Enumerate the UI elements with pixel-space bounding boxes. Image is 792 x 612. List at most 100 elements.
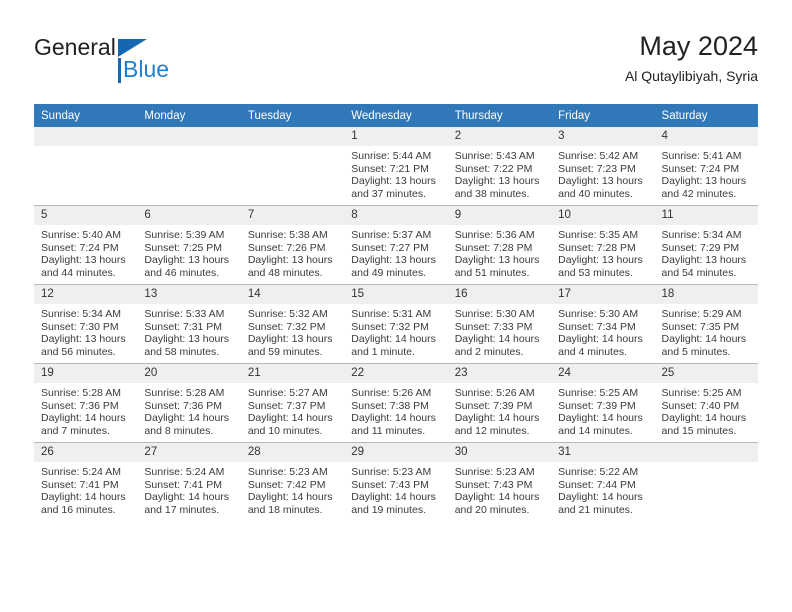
- calendar-day-cell[interactable]: 22 Sunrise: 5:26 AM Sunset: 7:38 PM Dayligh…: [344, 363, 448, 443]
- sunrise-text: Sunrise: 5:32 AM: [247, 308, 328, 320]
- brand-name-general: General: [34, 34, 116, 60]
- daylight-text-line1: Daylight: 13 hours: [247, 254, 333, 267]
- sunrise-text: Sunrise: 5:30 AM: [558, 308, 639, 320]
- day-details: Sunrise: 5:39 AM Sunset: 7:25 PM Daylight:…: [137, 225, 240, 279]
- sunrise-text: Sunrise: 5:26 AM: [351, 387, 432, 399]
- daylight-text-line1: Daylight: 14 hours: [41, 412, 126, 425]
- day-cell-body: [137, 127, 241, 205]
- calendar-day-cell[interactable]: 30 Sunrise: 5:23 AM Sunset: 7:43 PM Dayligh…: [447, 442, 552, 521]
- sunrise-text: Sunrise: 5:40 AM: [41, 229, 121, 241]
- calendar-week-row: 26 Sunrise: 5:24 AM Sunset: 7:41 PM Dayligh…: [34, 442, 758, 521]
- daylight-text-line2: and 15 minutes.: [661, 424, 737, 437]
- daylight-text-line2: and 51 minutes.: [454, 266, 530, 279]
- calendar-day-cell[interactable]: 11 Sunrise: 5:34 AM Sunset: 7:29 PM Dayligh…: [654, 205, 758, 285]
- day-details: Sunrise: 5:36 AM Sunset: 7:28 PM Daylight:…: [448, 225, 551, 279]
- calendar-day-cell[interactable]: 27 Sunrise: 5:24 AM Sunset: 7:41 PM Dayligh…: [137, 442, 241, 521]
- calendar-day-cell[interactable]: 9 Sunrise: 5:36 AM Sunset: 7:28 PM Daylight…: [447, 205, 552, 285]
- sunrise-text: Sunrise: 5:22 AM: [558, 466, 639, 478]
- calendar-day-cell[interactable]: 16 Sunrise: 5:30 AM Sunset: 7:33 PM Dayligh…: [447, 284, 552, 364]
- day-details: Sunrise: 5:28 AM Sunset: 7:36 PM Daylight:…: [34, 383, 137, 437]
- daylight-text-line1: Daylight: 14 hours: [351, 412, 436, 425]
- sunrise-text: Sunrise: 5:28 AM: [144, 387, 225, 399]
- daylight-text-line1: Daylight: 14 hours: [454, 491, 540, 504]
- calendar-day-cell[interactable]: 28 Sunrise: 5:23 AM Sunset: 7:42 PM Dayligh…: [240, 442, 345, 521]
- sunrise-text: Sunrise: 5:23 AM: [247, 466, 328, 478]
- sunset-text: Sunset: 7:40 PM: [661, 399, 740, 412]
- calendar-day-cell[interactable]: 17 Sunrise: 5:30 AM Sunset: 7:34 PM Dayligh…: [551, 284, 655, 364]
- daylight-text-line1: Daylight: 14 hours: [247, 412, 333, 425]
- calendar-day-cell[interactable]: 12 Sunrise: 5:34 AM Sunset: 7:30 PM Dayligh…: [34, 284, 138, 364]
- calendar-day-cell[interactable]: 24 Sunrise: 5:25 AM Sunset: 7:39 PM Dayligh…: [551, 363, 655, 443]
- sunset-text: Sunset: 7:35 PM: [661, 320, 740, 333]
- day-cell-body: 13 Sunrise: 5:33 AM Sunset: 7:31 PM Dayligh…: [137, 285, 241, 363]
- calendar-day-cell[interactable]: 31 Sunrise: 5:22 AM Sunset: 7:44 PM Dayligh…: [551, 442, 655, 521]
- sunset-text: Sunset: 7:31 PM: [144, 320, 223, 333]
- daylight-text-line2: and 18 minutes.: [247, 503, 323, 516]
- calendar-day-cell[interactable]: 8 Sunrise: 5:37 AM Sunset: 7:27 PM Daylight…: [344, 205, 448, 285]
- day-cell-body: 20 Sunrise: 5:28 AM Sunset: 7:36 PM Dayligh…: [137, 364, 241, 442]
- calendar-day-cell[interactable]: 2 Sunrise: 5:43 AM Sunset: 7:22 PM Daylight…: [447, 127, 552, 206]
- day-details: Sunrise: 5:26 AM Sunset: 7:39 PM Daylight:…: [448, 383, 551, 437]
- daylight-text-line1: Daylight: 14 hours: [558, 412, 643, 425]
- day-number: 18: [654, 285, 758, 304]
- day-details: Sunrise: 5:41 AM Sunset: 7:24 PM Daylight:…: [655, 146, 758, 200]
- calendar-day-cell[interactable]: 26 Sunrise: 5:24 AM Sunset: 7:41 PM Dayligh…: [34, 442, 138, 521]
- day-details: Sunrise: 5:37 AM Sunset: 7:27 PM Daylight:…: [344, 225, 447, 279]
- calendar-day-cell[interactable]: 3 Sunrise: 5:42 AM Sunset: 7:23 PM Daylight…: [551, 127, 655, 206]
- calendar-grid: Sunday Monday Tuesday Wednesday Thursday…: [34, 104, 758, 521]
- day-number: 11: [654, 206, 758, 225]
- day-number: 22: [344, 364, 448, 383]
- day-details: Sunrise: 5:43 AM Sunset: 7:22 PM Daylight:…: [448, 146, 551, 200]
- calendar-day-cell[interactable]: 13 Sunrise: 5:33 AM Sunset: 7:31 PM Dayligh…: [137, 284, 241, 364]
- weekday-header-sunday: Sunday: [34, 104, 138, 127]
- daylight-text-line1: Daylight: 13 hours: [454, 254, 540, 267]
- weekday-header-monday: Monday: [137, 104, 241, 127]
- day-number: 10: [551, 206, 655, 225]
- title-block: May 2024 Al Qutaylibiyah, Syria: [625, 30, 758, 86]
- sunset-text: Sunset: 7:21 PM: [351, 162, 429, 175]
- sunset-text: Sunset: 7:24 PM: [41, 241, 119, 254]
- daylight-text-line1: Daylight: 14 hours: [558, 491, 643, 504]
- day-number: 13: [137, 285, 241, 304]
- calendar-day-cell[interactable]: 25 Sunrise: 5:25 AM Sunset: 7:40 PM Dayligh…: [654, 363, 758, 443]
- calendar-day-cell[interactable]: 20 Sunrise: 5:28 AM Sunset: 7:36 PM Dayligh…: [137, 363, 241, 443]
- calendar-day-cell[interactable]: 10 Sunrise: 5:35 AM Sunset: 7:28 PM Dayligh…: [551, 205, 655, 285]
- sunset-text: Sunset: 7:44 PM: [558, 478, 636, 491]
- calendar-day-cell[interactable]: 5 Sunrise: 5:40 AM Sunset: 7:24 PM Daylight…: [34, 205, 138, 285]
- calendar-day-cell[interactable]: 4 Sunrise: 5:41 AM Sunset: 7:24 PM Daylight…: [654, 127, 758, 206]
- sunset-text: Sunset: 7:41 PM: [144, 478, 223, 491]
- daylight-text-line1: Daylight: 14 hours: [351, 491, 436, 504]
- calendar-day-cell[interactable]: 6 Sunrise: 5:39 AM Sunset: 7:25 PM Daylight…: [137, 205, 241, 285]
- day-number: 6: [137, 206, 241, 225]
- calendar-day-cell[interactable]: 21 Sunrise: 5:27 AM Sunset: 7:37 PM Dayligh…: [240, 363, 345, 443]
- calendar-day-cell-empty: [654, 442, 758, 521]
- calendar-day-cell[interactable]: 23 Sunrise: 5:26 AM Sunset: 7:39 PM Dayligh…: [447, 363, 552, 443]
- calendar-day-cell[interactable]: 15 Sunrise: 5:31 AM Sunset: 7:32 PM Dayligh…: [344, 284, 448, 364]
- day-cell-body: 22 Sunrise: 5:26 AM Sunset: 7:38 PM Dayligh…: [344, 364, 448, 442]
- calendar-day-cell[interactable]: 18 Sunrise: 5:29 AM Sunset: 7:35 PM Dayligh…: [654, 284, 758, 364]
- calendar-day-cell[interactable]: 29 Sunrise: 5:23 AM Sunset: 7:43 PM Dayligh…: [344, 442, 448, 521]
- day-number: 28: [240, 443, 345, 462]
- day-number: [240, 127, 345, 146]
- calendar-day-cell[interactable]: 1 Sunrise: 5:44 AM Sunset: 7:21 PM Daylight…: [344, 127, 448, 206]
- sunset-text: Sunset: 7:34 PM: [558, 320, 636, 333]
- sunrise-text: Sunrise: 5:36 AM: [454, 229, 535, 241]
- daylight-text-line2: and 2 minutes.: [454, 345, 524, 358]
- sunset-text: Sunset: 7:25 PM: [144, 241, 223, 254]
- sunrise-text: Sunrise: 5:38 AM: [247, 229, 328, 241]
- calendar-day-cell[interactable]: 14 Sunrise: 5:32 AM Sunset: 7:32 PM Dayligh…: [240, 284, 345, 364]
- sunset-text: Sunset: 7:24 PM: [661, 162, 740, 175]
- daylight-text-line1: Daylight: 13 hours: [558, 254, 643, 267]
- triangle-icon: [118, 39, 147, 57]
- day-details: Sunrise: 5:25 AM Sunset: 7:40 PM Daylight:…: [655, 383, 758, 437]
- daylight-text-line1: Daylight: 14 hours: [661, 412, 747, 425]
- day-cell-body: 5 Sunrise: 5:40 AM Sunset: 7:24 PM Daylight…: [34, 206, 138, 284]
- sunset-text: Sunset: 7:42 PM: [247, 478, 326, 491]
- day-number: 24: [551, 364, 655, 383]
- calendar-day-cell[interactable]: 7 Sunrise: 5:38 AM Sunset: 7:26 PM Daylight…: [240, 205, 345, 285]
- day-cell-body: 28 Sunrise: 5:23 AM Sunset: 7:42 PM Dayligh…: [240, 443, 345, 521]
- calendar-day-cell[interactable]: 19 Sunrise: 5:28 AM Sunset: 7:36 PM Dayligh…: [34, 363, 138, 443]
- sunrise-text: Sunrise: 5:37 AM: [351, 229, 432, 241]
- day-cell-body: 10 Sunrise: 5:35 AM Sunset: 7:28 PM Dayligh…: [551, 206, 655, 284]
- day-details: Sunrise: 5:28 AM Sunset: 7:36 PM Daylight:…: [137, 383, 240, 437]
